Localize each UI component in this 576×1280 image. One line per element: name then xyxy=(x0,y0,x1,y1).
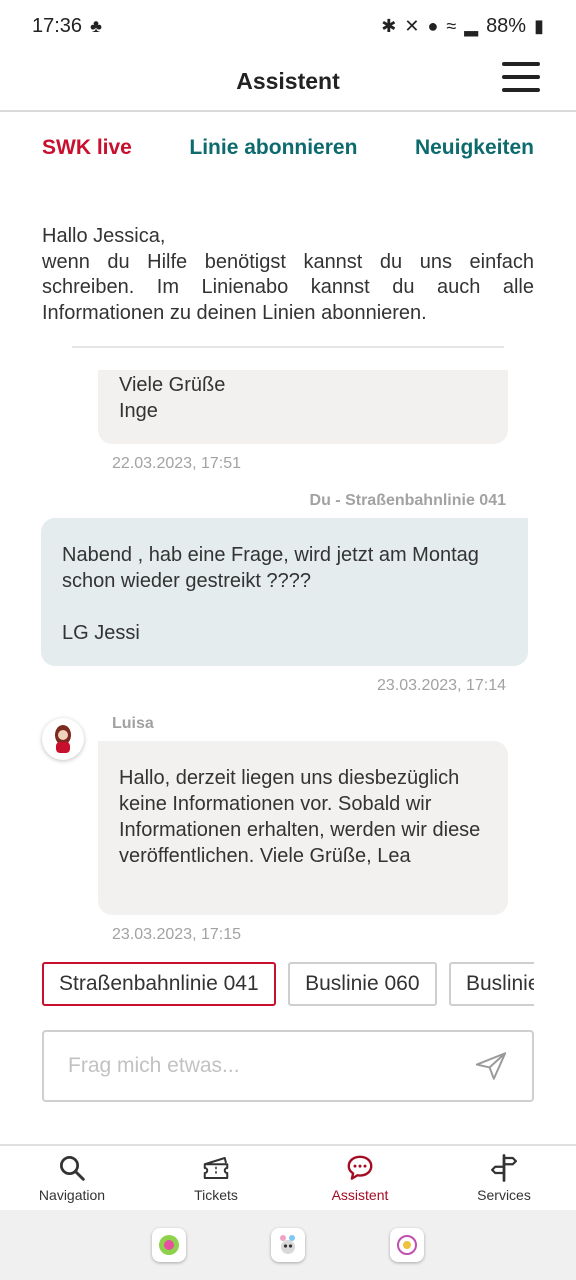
nav-assistant[interactable]: Assistent xyxy=(288,1146,432,1210)
tab-line-subscribe[interactable]: Linie abonnieren xyxy=(189,136,357,160)
app-icon-graphic xyxy=(396,1235,417,1255)
message-timestamp: 23.03.2023, 17:14 xyxy=(376,677,506,694)
app-icon-1[interactable] xyxy=(152,1228,187,1262)
app-icon-3[interactable] xyxy=(389,1228,424,1262)
message-bubble-outgoing: Nabend , hab eine Frage, wird jetzt am M… xyxy=(41,518,528,666)
status-bar: 17:36 ♣ ✱ ✕ ● ≈ ▂ 88% ▮ xyxy=(0,0,576,52)
bluetooth-icon: ✱ xyxy=(381,16,397,36)
status-time: 17:36 xyxy=(32,14,83,37)
message-bubble-incoming: Viele Grüße Inge xyxy=(98,370,508,444)
nav-label: Navigation xyxy=(38,1187,106,1203)
ticket-icon xyxy=(203,1157,229,1179)
menu-line xyxy=(502,62,540,66)
tab-swk-live[interactable]: SWK live xyxy=(42,136,132,160)
agent-avatar xyxy=(42,718,84,760)
nav-navigation[interactable]: Navigation xyxy=(0,1146,144,1210)
message-input-box xyxy=(42,1030,534,1102)
mute-icon: ✕ xyxy=(404,16,420,36)
agent-avatar-icon xyxy=(55,725,71,753)
search-icon xyxy=(60,1156,85,1181)
location-icon: ● xyxy=(427,16,439,36)
app-notification-icon: ♣ xyxy=(90,16,102,36)
app-icon-graphic xyxy=(279,1235,295,1254)
chip-line-bus[interactable]: Buslinie xyxy=(448,962,534,1006)
message-timestamp: 22.03.2023, 17:51 xyxy=(112,455,242,472)
nav-services[interactable]: Services xyxy=(432,1146,576,1210)
send-icon[interactable] xyxy=(474,1049,508,1083)
chat-icon xyxy=(347,1155,373,1180)
battery-icon: ▮ xyxy=(534,16,544,36)
app-icon-graphic xyxy=(159,1235,180,1255)
message-timestamp: 23.03.2023, 17:15 xyxy=(112,926,242,943)
message-input[interactable] xyxy=(68,1054,474,1078)
system-app-bar xyxy=(0,1210,576,1280)
bottom-navigation: Navigation Tickets Assistent Services xyxy=(0,1144,576,1210)
message-bubble-incoming: Hallo, derzeit liegen uns diesbezüglich … xyxy=(98,741,508,915)
nav-label: Services xyxy=(477,1187,531,1203)
nav-tickets[interactable]: Tickets xyxy=(144,1146,288,1210)
tab-news[interactable]: Neuigkeiten xyxy=(415,136,534,160)
nav-label: Tickets xyxy=(194,1187,238,1203)
menu-line xyxy=(502,88,540,92)
message-sender: Du - Straßenbahnlinie 041 xyxy=(309,492,506,509)
app-icon-2[interactable] xyxy=(270,1228,305,1262)
page-title: Assistent xyxy=(236,67,340,94)
status-time-group: 17:36 ♣ xyxy=(32,15,102,38)
menu-line xyxy=(502,75,540,79)
sub-tabs: SWK live Linie abonnieren Neuigkeiten xyxy=(42,136,534,160)
chip-line-041[interactable]: Straßenbahnlinie 041 xyxy=(42,962,276,1006)
status-icons: ✱ ✕ ● ≈ ▂ 88% ▮ xyxy=(381,15,544,38)
battery-level: 88% xyxy=(486,14,527,37)
message-sender: Luisa xyxy=(112,715,154,732)
line-chips: Straßenbahnlinie 041 Buslinie 060 Buslin… xyxy=(42,962,534,1008)
wifi-icon: ≈ xyxy=(446,16,457,36)
divider xyxy=(72,346,504,348)
app-bar: Assistent xyxy=(0,52,576,112)
signpost-icon xyxy=(491,1154,517,1182)
chip-line-060[interactable]: Buslinie 060 xyxy=(288,962,437,1006)
intro-text: Hallo Jessica, wenn du Hilfe benötigst k… xyxy=(42,225,534,324)
nav-label: Assistent xyxy=(331,1187,389,1203)
signal-icon: ▂ xyxy=(464,16,479,36)
hamburger-menu-icon[interactable] xyxy=(502,62,540,92)
